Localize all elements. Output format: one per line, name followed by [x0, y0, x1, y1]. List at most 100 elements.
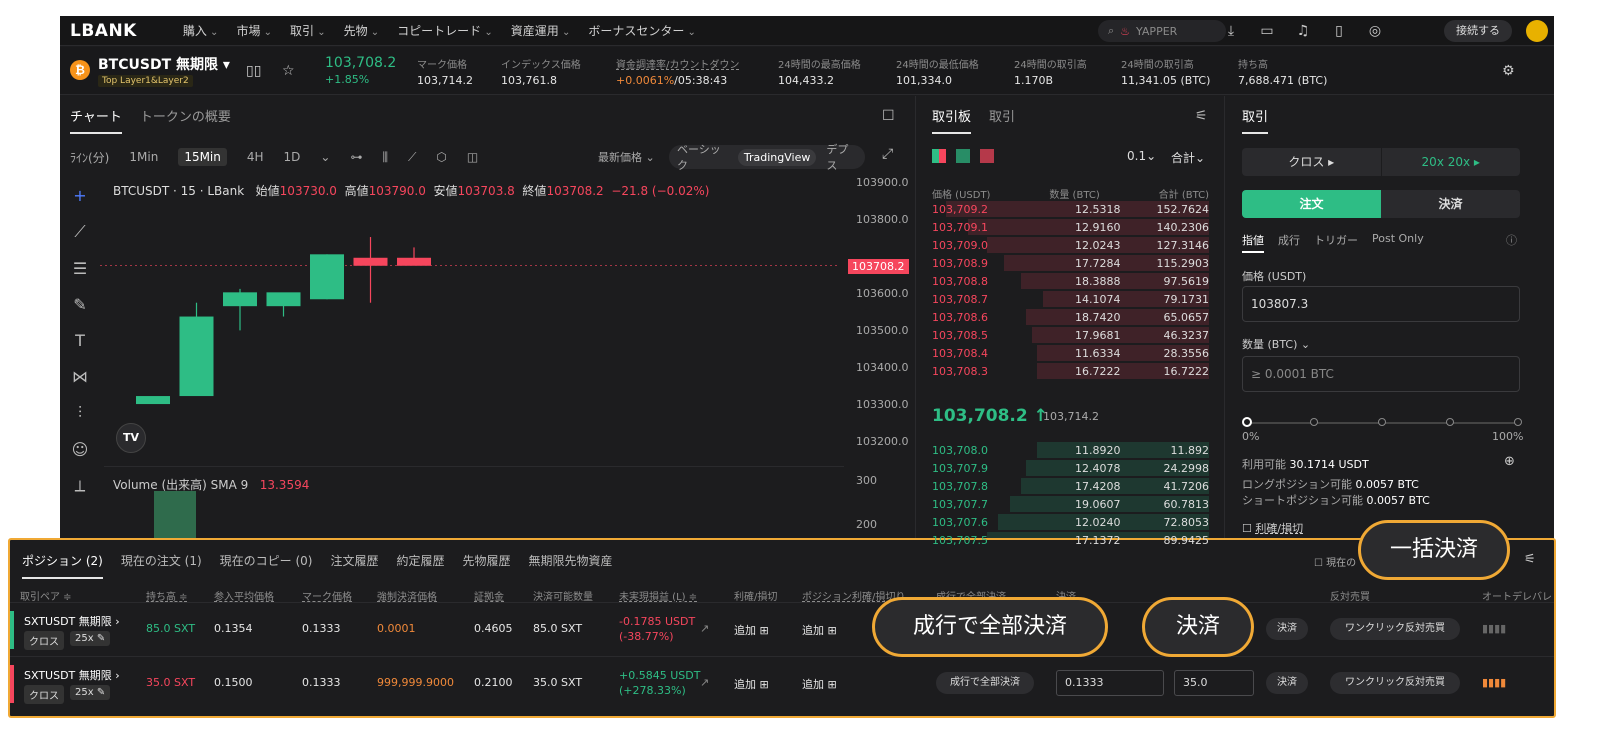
- orderbook-row[interactable]: 103,708.4 11.6334 28.3556: [932, 344, 1209, 362]
- tab-trade-history[interactable]: 約定履歴: [397, 552, 445, 579]
- orderbook-row[interactable]: 103,707.9 12.4078 24.2998: [932, 459, 1209, 477]
- position-pair[interactable]: SXTUSDT 無期限 ›: [24, 613, 120, 629]
- nav-item-trade[interactable]: 取引: [290, 22, 326, 39]
- orderbook-row[interactable]: 103,707.6 12.0240 72.8053: [932, 513, 1209, 531]
- indicator-icon[interactable]: ⊶: [350, 150, 362, 164]
- market-close-all-button[interactable]: 成行で全部決済: [936, 672, 1034, 694]
- callout-close-all[interactable]: 一括決済: [1358, 520, 1510, 580]
- orderbook-row[interactable]: 103,707.8 17.4208 41.7206: [932, 477, 1209, 495]
- book-icon[interactable]: ▯▯: [246, 63, 261, 79]
- price-mode-select[interactable]: 最新価格 ⌄: [598, 149, 655, 165]
- pair-selector[interactable]: BTCUSDT 無期限 ▾: [98, 54, 230, 74]
- orderbook-row[interactable]: 103,709.2 12.5318 152.7624: [932, 200, 1209, 218]
- asks-only-icon[interactable]: [980, 149, 994, 163]
- nav-item-buy[interactable]: 購入: [183, 22, 219, 39]
- order-tab[interactable]: 注文: [1242, 190, 1381, 218]
- col-pair[interactable]: 取引ペア ≑: [20, 588, 72, 603]
- orderbook-row[interactable]: 103,709.0 12.0243 127.3146: [932, 236, 1209, 254]
- tab-positions[interactable]: ポジション (2): [22, 552, 103, 579]
- nav-item-futures[interactable]: 先物: [344, 22, 380, 39]
- pair-tag[interactable]: Top Layer1&Layer2: [98, 75, 193, 87]
- orderbook-row[interactable]: 103,708.7 14.1074 79.1731: [932, 290, 1209, 308]
- timeframe-4h[interactable]: 4H: [247, 150, 264, 164]
- add-funds-icon[interactable]: ⊕: [1504, 454, 1515, 469]
- camera-icon[interactable]: ◫: [467, 150, 478, 164]
- nav-item-markets[interactable]: 市場: [236, 22, 272, 39]
- orderbook-row[interactable]: 103,709.1 12.9160 140.2306: [932, 218, 1209, 236]
- callout-close[interactable]: 決済: [1142, 597, 1254, 657]
- position-leverage[interactable]: 25x ✎: [70, 631, 111, 646]
- nav-item-earn[interactable]: 資産運用: [511, 22, 571, 39]
- close-button[interactable]: 決済: [1266, 672, 1308, 694]
- crosshair-icon[interactable]: +: [73, 186, 86, 205]
- slider-step[interactable]: [1446, 418, 1454, 426]
- tab-chart[interactable]: チャート: [70, 106, 122, 134]
- leverage-button[interactable]: 20x 20x ▸: [1380, 148, 1521, 176]
- globe-icon[interactable]: ◎: [1366, 22, 1384, 40]
- candle-body[interactable]: [397, 257, 431, 266]
- tab-futures-history[interactable]: 先物履歴: [463, 552, 511, 579]
- timeframe-1min[interactable]: 1Min: [129, 150, 158, 164]
- type-market[interactable]: 成行: [1278, 232, 1300, 253]
- col-size[interactable]: 持ち高 ≑: [146, 588, 188, 603]
- nav-item-bonus[interactable]: ボーナスセンター: [588, 22, 696, 39]
- close-button[interactable]: 決済: [1266, 618, 1308, 640]
- tab-copies[interactable]: 現在のコピー (0): [220, 552, 313, 579]
- share-icon[interactable]: ↗: [700, 622, 709, 635]
- pattern-icon[interactable]: ⋈: [72, 367, 88, 386]
- text-icon[interactable]: T: [75, 331, 85, 350]
- candle-body[interactable]: [353, 257, 388, 266]
- settings-icon[interactable]: ⚙: [1502, 63, 1515, 79]
- slider-handle[interactable]: [1242, 417, 1252, 427]
- orderbook-row[interactable]: 103,708.9 17.7284 115.2903: [932, 254, 1209, 272]
- line-chart-icon[interactable]: ⟋: [408, 150, 416, 165]
- slider-step[interactable]: [1378, 418, 1386, 426]
- candle-chart[interactable]: [100, 191, 840, 471]
- share-icon[interactable]: ↗: [700, 676, 709, 689]
- connect-button[interactable]: 接続する: [1444, 20, 1512, 42]
- fullscreen-icon[interactable]: ⤢: [882, 146, 893, 162]
- tab-orderbook[interactable]: 取引板: [932, 106, 972, 134]
- maximize-icon[interactable]: ☐: [882, 108, 895, 124]
- callout-market-close-all[interactable]: 成行で全部決済: [872, 597, 1108, 657]
- qty-label[interactable]: 数量 (BTC) ⌄: [1242, 336, 1310, 352]
- candle-body[interactable]: [266, 292, 301, 307]
- tab-trade[interactable]: 取引: [1242, 106, 1269, 134]
- qty-slider[interactable]: [1242, 417, 1522, 427]
- candle-body[interactable]: [223, 292, 257, 307]
- mode-select[interactable]: 合計⌄: [1171, 149, 1205, 166]
- stat-funding-rate[interactable]: 資金調達率/カウントダウン +0.0061%/05:38:43: [616, 56, 739, 87]
- chevron-down-icon[interactable]: ⌄: [320, 150, 330, 164]
- view-tradingview[interactable]: TradingView: [737, 148, 817, 166]
- bids-only-icon[interactable]: [956, 149, 970, 163]
- col-pnl[interactable]: 未実現損益 (L) ≑: [619, 588, 697, 603]
- orderbook-row[interactable]: 103,708.6 18.7420 65.0657: [932, 308, 1209, 326]
- help-icon[interactable]: ⓘ: [1506, 232, 1517, 248]
- type-trigger[interactable]: トリガー: [1314, 232, 1358, 253]
- candle-body[interactable]: [310, 254, 344, 300]
- qty-input[interactable]: ≥ 0.0001 BTC: [1242, 356, 1520, 392]
- orderbook-row[interactable]: 103,707.7 19.0607 60.7813: [932, 495, 1209, 513]
- orderbook-row[interactable]: 103,708.3 16.7222 16.7222: [932, 362, 1209, 380]
- add-tpsl-button[interactable]: 追加 ⊞: [734, 622, 769, 638]
- type-postonly[interactable]: Post Only: [1372, 232, 1424, 253]
- tpsl-checkbox[interactable]: ☐ 利確/損切: [1242, 520, 1303, 536]
- measure-lines-icon[interactable]: ⫶: [78, 403, 82, 423]
- reverse-button[interactable]: ワンクリック反対売買: [1330, 672, 1460, 694]
- view-depth[interactable]: デプス: [826, 141, 857, 173]
- fib-icon[interactable]: ☰: [73, 259, 87, 278]
- orderbook-row[interactable]: 103,707.5 17.1372 89.9425: [932, 531, 1209, 549]
- tab-trades[interactable]: 取引: [989, 106, 1015, 134]
- timeframe-line[interactable]: ﾗｲﾝ(分): [70, 149, 109, 166]
- tab-order-history[interactable]: 注文履歴: [330, 552, 378, 579]
- avatar[interactable]: [1526, 20, 1548, 42]
- search-input[interactable]: ⌕ ♨ YAPPER: [1098, 20, 1226, 42]
- wallet-icon[interactable]: ▭: [1258, 22, 1276, 40]
- logo[interactable]: LBANK: [70, 21, 137, 41]
- sliders-icon[interactable]: ⚟: [1195, 108, 1208, 124]
- view-basic[interactable]: ベーシック: [677, 141, 728, 173]
- close-price-input[interactable]: 0.1333: [1056, 670, 1164, 696]
- star-icon[interactable]: ☆: [282, 63, 295, 79]
- close-tab[interactable]: 決済: [1381, 190, 1520, 218]
- ruler-icon[interactable]: ⟂: [75, 476, 86, 496]
